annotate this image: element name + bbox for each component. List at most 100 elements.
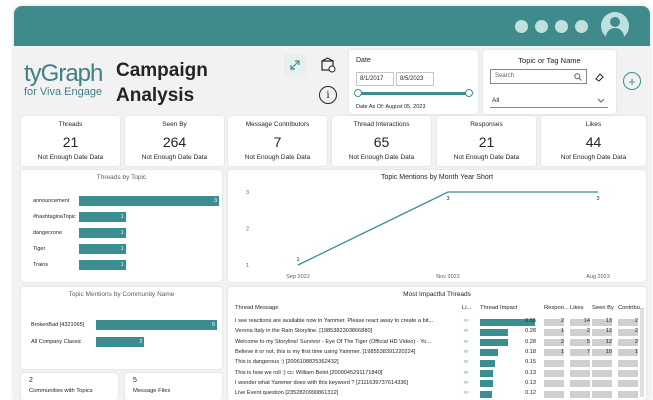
kpi-value: 7 (273, 134, 282, 150)
impact-bar (480, 370, 494, 377)
bar-value-label: 5 (211, 322, 215, 328)
column-header[interactable]: Li... (462, 305, 471, 311)
contributors-cell: 2 (634, 328, 638, 335)
start-date-input[interactable]: 8/1/2017 (356, 72, 394, 86)
end-date-input[interactable]: 8/5/2023 (396, 72, 434, 86)
thread-message-cell[interactable]: Welcome to my Storyline! Survivor - Eye … (235, 339, 457, 345)
date-slider-end-handle[interactable] (465, 89, 473, 97)
responses-cell: 2 (560, 338, 564, 345)
contributors-cell: 2 (634, 318, 638, 324)
bar-label: dangerzone (33, 230, 63, 236)
bar[interactable] (96, 320, 217, 330)
kpi-card: Thread Interactions 65 Not Enough Date D… (332, 116, 431, 166)
kpi-card: Seen By 264 Not Enough Date Data (125, 116, 224, 166)
kpi-subtitle: Not Enough Date Data (141, 154, 208, 161)
thread-message-cell[interactable]: Verona Italy in the Rain Storyline. [198… (235, 328, 457, 334)
kpi-value: 21 (62, 134, 79, 150)
impactful-threads-title: Most Impactful Threads (403, 291, 471, 298)
thread-message-cell[interactable]: This is how we roll :) cc: William Belet… (235, 370, 457, 376)
chevron-down-icon (597, 98, 605, 103)
link-icon[interactable]: ∞ (464, 380, 468, 386)
responses-cell: 1 (560, 348, 564, 355)
table-scrollbar[interactable] (640, 309, 644, 397)
impact-bar (480, 359, 495, 367)
impact-value: 0.55 (525, 318, 536, 324)
date-slider-track[interactable] (357, 92, 469, 95)
kpi-subtitle: Not Enough Date Data (560, 154, 627, 161)
link-icon[interactable]: ∞ (464, 370, 468, 376)
bar-value-label: 1 (120, 262, 124, 268)
info-icon[interactable]: i (319, 86, 337, 104)
link-icon[interactable]: ∞ (464, 349, 468, 355)
kpi-card: Likes 44 Not Enough Date Data (541, 116, 646, 166)
likes-cell: 2 (586, 328, 590, 335)
column-header[interactable]: Thread Impact (480, 305, 517, 311)
user-avatar-icon[interactable] (601, 12, 629, 40)
menu-dot-icon[interactable] (535, 20, 548, 33)
likes-cell-bar (570, 380, 590, 388)
column-header[interactable]: Thread Message (235, 305, 279, 311)
contributors-cell: 1 (634, 348, 638, 355)
menu-dot-icon[interactable] (555, 20, 568, 33)
bar-value-label: 1 (120, 230, 124, 236)
thread-message-cell[interactable]: This is dangerous :) [2006108825362432] (235, 359, 457, 365)
column-header[interactable]: Seen By (592, 305, 614, 311)
link-icon[interactable]: ∞ (464, 390, 468, 396)
column-header[interactable]: Respon... (544, 305, 569, 311)
likes-cell: 7 (586, 348, 590, 355)
responses-cell-bar (544, 380, 564, 388)
bar-label: All Company Classic (31, 339, 82, 345)
seen-by-cell-bar (592, 359, 612, 367)
communities-with-topics-card: 2 Communities with Topics (21, 373, 118, 400)
mentions-by-month-chart: 3 2 1 Sep 2022 1 Nov 2022 3 Aug 2023 3 (246, 190, 610, 280)
link-icon[interactable]: ∞ (464, 328, 468, 334)
seen-by-cell-bar (592, 380, 612, 388)
impact-value: 0.18 (525, 348, 536, 355)
thread-message-cell[interactable]: I see reactions are available now in Yam… (235, 318, 457, 324)
kpi-title: Threads (58, 121, 83, 128)
column-header[interactable]: Likes (570, 305, 584, 311)
impact-value: 0.12 (525, 390, 536, 397)
eraser-icon[interactable] (595, 73, 604, 82)
impactful-threads-card: Most Impactful Threads Thread Message Li.… (228, 287, 646, 400)
kpi-value: 21 (478, 134, 495, 150)
thread-message-cell[interactable]: Live Event question [2352820990861312] (235, 390, 457, 396)
link-icon[interactable]: ∞ (464, 339, 468, 345)
x-tick-label: Sep 2022 (286, 274, 310, 280)
kpi-subtitle: Not Enough Date Data (453, 154, 520, 161)
mentions-by-community-title: Topic Mentions by Community Name (68, 291, 175, 298)
likes-cell: 14 (583, 318, 590, 324)
threads-by-topic-title: Threads by Topic (96, 174, 147, 181)
topic-select[interactable]: All (490, 95, 608, 108)
add-icon[interactable]: + (623, 72, 641, 90)
data-label: 1 (296, 257, 299, 263)
link-icon[interactable]: ∞ (464, 359, 468, 365)
export-icon[interactable] (317, 54, 339, 76)
series-line[interactable] (297, 191, 598, 266)
topic-search-input[interactable]: Search (490, 69, 587, 84)
thread-message-cell[interactable]: I wonder what Yammer does with this keyw… (235, 380, 457, 386)
bar[interactable] (79, 196, 219, 206)
x-tick-label: Aug 2023 (586, 274, 610, 280)
impact-value: 0.28 (525, 338, 536, 345)
thread-message-cell[interactable]: Believe it or not, this is my first time… (235, 349, 457, 355)
impact-value: 0.15 (525, 359, 536, 366)
search-icon (574, 73, 582, 81)
seen-by-cell-bar (592, 390, 612, 398)
threads-by-topic-card: Threads by Topic announcement 3 #hashtagin… (21, 170, 222, 282)
bar-label: Trains (33, 262, 49, 268)
app-logo-subtitle: for Viva Engage (24, 86, 103, 98)
menu-dot-icon[interactable] (575, 20, 588, 33)
seen-by-cell: 12 (605, 338, 612, 345)
kpi-title: Thread Interactions (353, 121, 410, 128)
kpi-card: Message Contributors 7 Not Enough Date D… (228, 116, 327, 166)
link-icon[interactable]: ∞ (464, 318, 468, 324)
y-tick-label: 2 (246, 227, 249, 233)
kpi-title: Message Contributors (245, 121, 310, 128)
menu-dot-icon[interactable] (515, 20, 528, 33)
date-slider-start-handle[interactable] (354, 89, 362, 97)
impact-value: 0.13 (525, 379, 536, 386)
message-files-value: 5 (133, 377, 137, 384)
topic-filter-card: Topic or Tag Name Search All (483, 50, 616, 114)
expand-icon[interactable] (284, 54, 306, 76)
